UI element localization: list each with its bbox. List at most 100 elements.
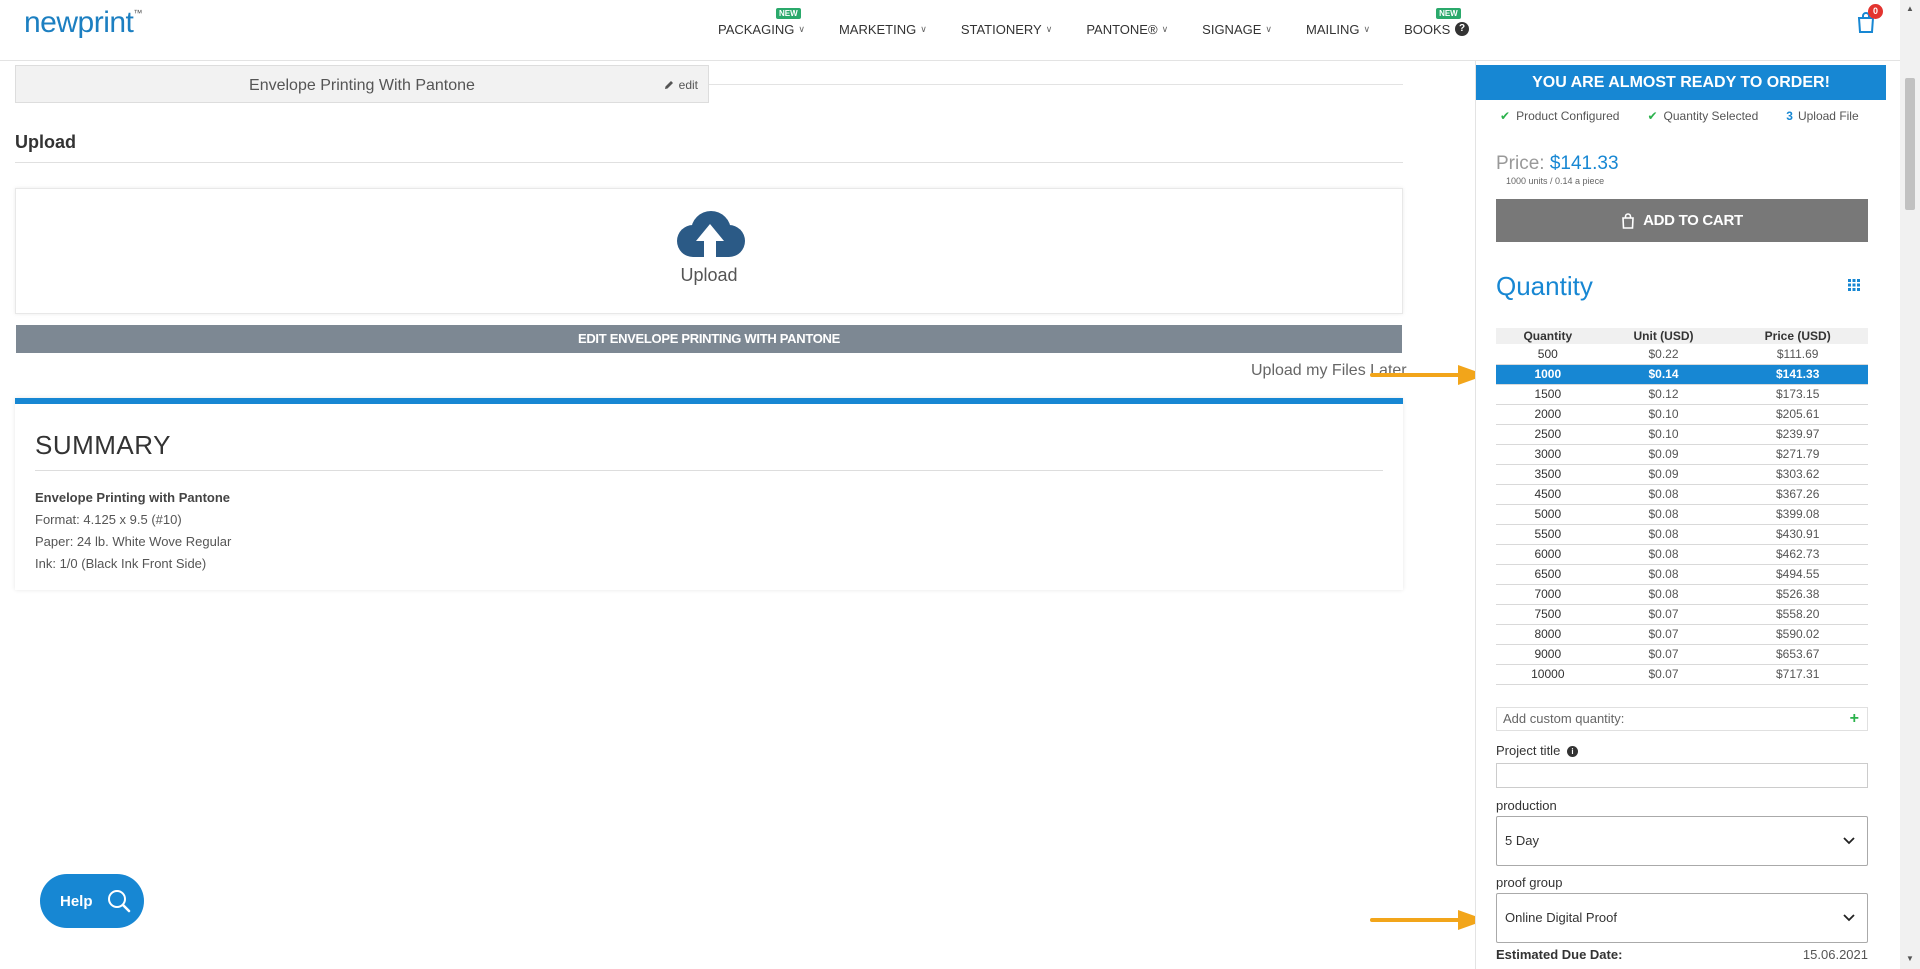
nav-packaging[interactable]: NEW PACKAGING ∨ — [718, 8, 805, 37]
column-header: Price (USD) — [1727, 328, 1868, 344]
table-header-row: Quantity Unit (USD) Price (USD) — [1496, 328, 1868, 344]
proof-group-select[interactable]: Online Digital Proof — [1496, 893, 1868, 943]
site-header: newprint™ NEW PACKAGING ∨ MARKETING ∨ STAT… — [0, 0, 1900, 61]
production-select[interactable]: 5 Day — [1496, 816, 1868, 866]
nav-label: MARKETING — [838, 22, 917, 37]
unit-price-cell: $0.08 — [1599, 564, 1728, 585]
production-label: production — [1496, 798, 1557, 813]
question-circle-icon[interactable]: ? — [1455, 22, 1469, 36]
quantity-cell: 3000 — [1496, 444, 1600, 465]
quantity-row[interactable]: 6500 $0.08 $494.55 — [1496, 564, 1868, 585]
unit-price-cell: $0.07 — [1599, 624, 1728, 645]
chevron-down-icon: ∨ — [1265, 24, 1272, 34]
quantity-title: Quantity — [1496, 271, 1593, 301]
quantity-row[interactable]: 5500 $0.08 $430.91 — [1496, 524, 1868, 545]
unit-price-cell: $0.08 — [1599, 524, 1728, 545]
quantity-row[interactable]: 7500 $0.07 $558.20 — [1496, 604, 1868, 625]
quantity-cell: 10000 — [1496, 664, 1600, 685]
quantity-row[interactable]: 6000 $0.08 $462.73 — [1496, 544, 1868, 565]
step-label: Upload File — [1797, 109, 1859, 123]
scroll-up-arrow-icon[interactable]: ▲ — [1906, 4, 1914, 13]
newprint-logo[interactable]: newprint™ — [24, 6, 142, 40]
estimated-due-date: Estimated Due Date: 15.06.2021 — [1496, 947, 1868, 962]
quantity-row[interactable]: 10000 $0.07 $717.31 — [1496, 664, 1868, 685]
divider — [709, 84, 1403, 85]
plus-icon[interactable]: + — [1850, 708, 1859, 730]
nav-stationery[interactable]: STATIONERY ∨ — [961, 22, 1053, 37]
column-header: Unit (USD) — [1599, 328, 1728, 344]
upload-label: Upload — [680, 265, 738, 285]
nav-label: STATIONERY — [960, 22, 1042, 37]
total-price-cell: $462.73 — [1727, 544, 1868, 565]
quantity-row[interactable]: 3500 $0.09 $303.62 — [1496, 464, 1868, 485]
check-icon: ✔ — [1647, 109, 1658, 123]
check-icon: ✔ — [1500, 109, 1511, 123]
quantity-cell: 9000 — [1496, 644, 1600, 665]
nav-label: MAILING — [1306, 22, 1360, 37]
quantity-row[interactable]: 1500 $0.12 $173.15 — [1496, 384, 1868, 405]
total-price-cell: $239.97 — [1727, 424, 1868, 445]
total-price-cell: $141.33 — [1727, 364, 1868, 385]
orange-arrow-icon — [1370, 910, 1486, 930]
help-button[interactable]: Help — [40, 874, 144, 928]
nav-pantone[interactable]: PANTONE® ∨ — [1086, 22, 1168, 37]
total-price-cell: $494.55 — [1727, 564, 1868, 585]
select-value: 5 Day — [1505, 833, 1539, 848]
quantity-row[interactable]: 500 $0.22 $111.69 — [1496, 344, 1868, 365]
quantity-row[interactable]: 3000 $0.09 $271.79 — [1496, 444, 1868, 465]
summary-panel: SUMMARY Envelope Printing with Pantone F… — [15, 398, 1403, 590]
order-panel: YOU ARE ALMOST READY TO ORDER! ✔ Product… — [1475, 61, 1900, 969]
label-text: Project title — [1496, 743, 1561, 758]
quantity-row[interactable]: 2000 $0.10 $205.61 — [1496, 404, 1868, 425]
total-price-cell: $526.38 — [1727, 584, 1868, 605]
info-icon[interactable]: i — [1566, 746, 1578, 758]
summary-ink: Ink: 1/0 (Black Ink Front Side) — [35, 556, 207, 571]
proof-group-label: proof group — [1496, 875, 1563, 890]
quantity-row[interactable]: 5000 $0.08 $399.08 — [1496, 504, 1868, 525]
nav-books[interactable]: NEW BOOKS∨ — [1404, 8, 1461, 37]
cart-count-badge: 0 — [1868, 4, 1883, 19]
quantity-row[interactable]: 7000 $0.08 $526.38 — [1496, 584, 1868, 605]
custom-quantity-input[interactable]: Add custom quantity: + — [1496, 707, 1868, 731]
total-price-cell: $173.15 — [1727, 384, 1868, 405]
quantity-row[interactable]: 8000 $0.07 $590.02 — [1496, 624, 1868, 645]
quantity-cell: 2500 — [1496, 424, 1600, 445]
quantity-cell: 6500 — [1496, 564, 1600, 585]
quantity-cell: 1000 — [1496, 364, 1600, 385]
quantity-row[interactable]: 4500 $0.08 $367.26 — [1496, 484, 1868, 505]
quantity-cell: 8000 — [1496, 624, 1600, 645]
total-price-cell: $205.61 — [1727, 404, 1868, 425]
add-to-cart-button[interactable]: ADD TO CART — [1496, 199, 1868, 242]
unit-price-cell: $0.09 — [1599, 464, 1728, 485]
quantity-row[interactable]: 2500 $0.10 $239.97 — [1496, 424, 1868, 445]
project-title-input[interactable] — [1496, 763, 1868, 788]
nav-marketing[interactable]: MARKETING ∨ — [839, 22, 927, 37]
edit-label: edit — [678, 78, 698, 92]
page-scrollbar[interactable]: ▲ ▼ — [1900, 0, 1920, 969]
step-product-configured: ✔ Product Configured — [1500, 109, 1619, 123]
nav-signage[interactable]: SIGNAGE ∨ — [1202, 22, 1272, 37]
unit-price-cell: $0.14 — [1599, 364, 1728, 385]
upload-dropzone[interactable]: Upload — [15, 188, 1403, 314]
price-label: Price: — [1496, 153, 1545, 174]
edit-product-button[interactable]: EDIT ENVELOPE PRINTING WITH PANTONE — [16, 325, 1402, 353]
nav-label: SIGNAGE — [1202, 22, 1262, 37]
scrollbar-thumb[interactable] — [1905, 78, 1915, 210]
due-label: Estimated Due Date: — [1496, 947, 1623, 962]
edit-product-link[interactable]: edit — [663, 78, 698, 92]
project-title-label: Project title i — [1496, 743, 1578, 758]
scroll-down-arrow-icon[interactable]: ▼ — [1906, 954, 1914, 963]
quantity-cell: 5000 — [1496, 504, 1600, 525]
chevron-down-icon: ∨ — [1363, 24, 1371, 34]
total-price-cell: $367.26 — [1727, 484, 1868, 505]
quantity-row[interactable]: 9000 $0.07 $653.67 — [1496, 644, 1868, 665]
unit-price-cell: $0.22 — [1599, 344, 1728, 365]
chevron-down-icon: ∨ — [1045, 24, 1053, 34]
unit-price-cell: $0.10 — [1599, 404, 1728, 425]
orange-arrow-icon — [1370, 365, 1486, 385]
quantity-row[interactable]: 1000 $0.14 $141.33 — [1496, 364, 1868, 385]
nav-mailing[interactable]: MAILING ∨ — [1306, 22, 1370, 37]
step-quantity-selected: ✔ Quantity Selected — [1647, 109, 1758, 123]
grid-view-icon[interactable] — [1848, 279, 1860, 291]
unit-price-cell: $0.09 — [1599, 444, 1728, 465]
